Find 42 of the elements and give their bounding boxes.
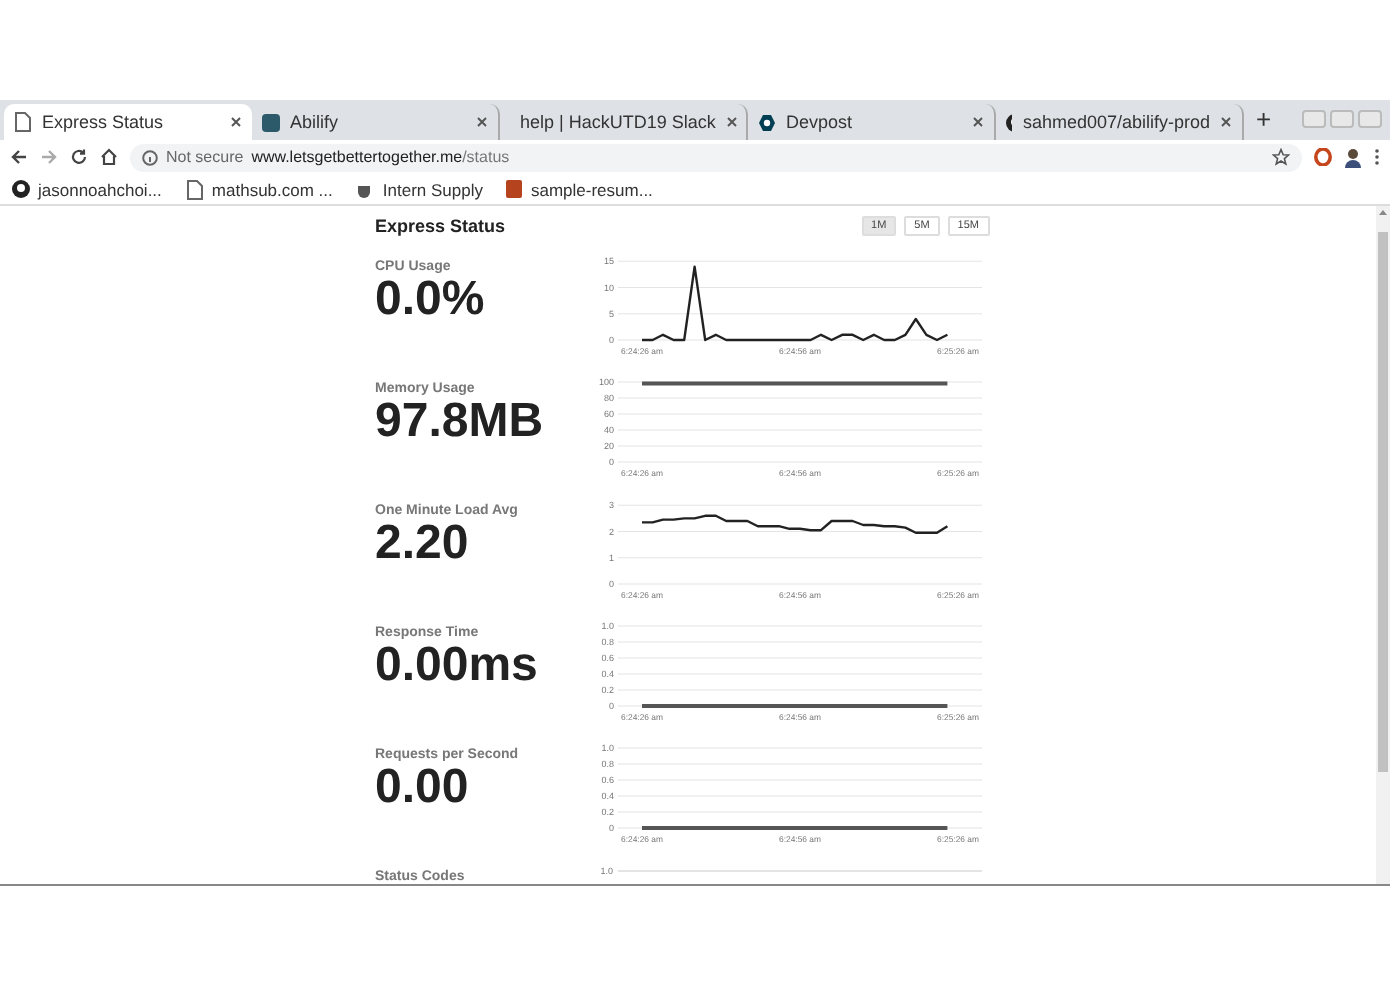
close-icon[interactable] — [230, 116, 242, 128]
browser-tab[interactable]: Express Status — [4, 104, 252, 140]
avatar-icon[interactable] — [1344, 147, 1362, 167]
scroll-up-icon[interactable] — [1378, 208, 1388, 216]
metric-value: 0.00ms — [375, 640, 540, 692]
metric-value: 0.00 — [375, 762, 471, 814]
page-icon — [185, 179, 204, 199]
close-icon[interactable] — [972, 116, 984, 128]
bookmark[interactable]: mathsub.com ... — [185, 179, 333, 199]
app-icon — [262, 113, 280, 131]
bookmark[interactable]: jasonnoahchoi... — [12, 179, 162, 199]
bookmark[interactable]: sample-resum... — [506, 179, 653, 199]
metric-value: 97.8MB — [375, 396, 546, 448]
page-title: Express Status — [375, 216, 506, 236]
hexagon-icon — [758, 113, 776, 131]
close-icon[interactable] — [1220, 116, 1232, 128]
url-host: www.letsgetbettertogether.me — [251, 148, 463, 166]
tab-title: Devpost — [786, 112, 855, 132]
reload-icon[interactable] — [70, 148, 88, 166]
menu-icon[interactable] — [1374, 148, 1380, 166]
tab-title: Abilify — [290, 112, 341, 132]
info-icon[interactable] — [142, 149, 158, 165]
address-bar[interactable]: Not secure www.letsgetbettertogether.me/status — [130, 143, 1302, 171]
back-icon[interactable] — [10, 148, 28, 166]
cup-icon — [356, 181, 375, 197]
metric-value: 2.20 — [375, 518, 471, 570]
home-icon[interactable] — [100, 148, 118, 166]
new-tab-button[interactable]: + — [1256, 104, 1272, 134]
security-label: Not secure — [166, 148, 244, 166]
page-icon — [14, 112, 32, 132]
star-icon[interactable] — [1272, 148, 1290, 166]
scrollbar[interactable] — [1376, 206, 1390, 884]
extension-icon[interactable] — [1314, 148, 1332, 166]
tab-title: sahmed007/abilify-prod — [1022, 112, 1210, 132]
url-path: /status — [462, 148, 510, 166]
tab-title: help | HackUTD19 Slack — [520, 112, 716, 132]
tab-title: Express Status — [42, 112, 166, 132]
bookmark[interactable]: Intern Supply — [356, 179, 483, 199]
close-icon[interactable] — [476, 116, 488, 128]
close-icon[interactable] — [725, 116, 738, 128]
document-icon — [506, 180, 523, 198]
metric-value: 0.0% — [375, 274, 487, 326]
